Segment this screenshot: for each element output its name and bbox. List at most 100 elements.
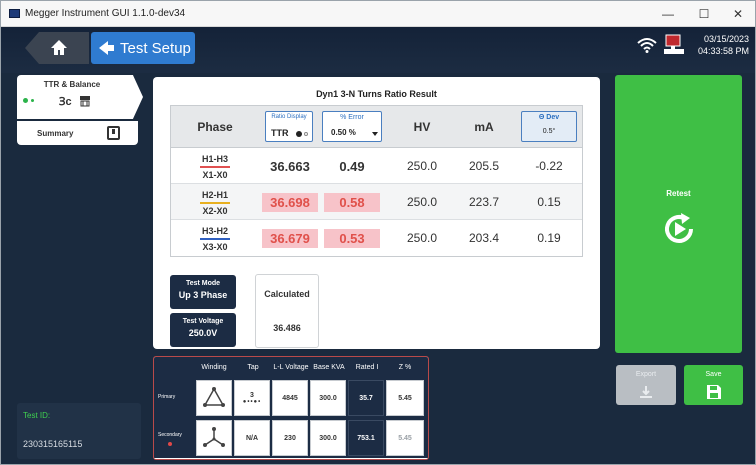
result-title: Dyn1 3-N Turns Ratio Result bbox=[316, 89, 437, 99]
secondary-z-cell: 5.45 bbox=[386, 420, 424, 456]
phase-color-line bbox=[200, 202, 230, 204]
primary-voltage-cell[interactable]: 4845 bbox=[272, 380, 308, 416]
close-button[interactable]: ✕ bbox=[721, 1, 755, 27]
phase-secondary: X1-X0 bbox=[202, 170, 228, 180]
wifi-icon bbox=[637, 38, 657, 53]
status-dot-small-icon bbox=[31, 99, 34, 102]
phase-cell: H1-H3 X1-X0 bbox=[171, 148, 259, 184]
ratio-display-selector[interactable]: Ratio Display TTR bbox=[265, 111, 313, 142]
table-row: H3-H2 X3-X0 36.679 0.53 250.0 203.4 0.19 bbox=[171, 220, 582, 256]
phase-primary: H3-H2 bbox=[201, 226, 228, 236]
export-button[interactable]: Export bbox=[616, 365, 676, 405]
ratio-display-label: Ratio Display bbox=[271, 114, 307, 120]
test-mode-button[interactable]: Test Mode Up 3 Phase bbox=[170, 275, 236, 309]
primary-kva-cell[interactable]: 300.0 bbox=[310, 380, 346, 416]
app-window: Megger Instrument GUI 1.1.0-dev34 — ☐ ✕ … bbox=[0, 0, 756, 465]
primary-z-cell[interactable]: 5.45 bbox=[386, 380, 424, 416]
secondary-kva-cell[interactable]: 300.0 bbox=[310, 420, 346, 456]
date-text: 03/15/2023 bbox=[703, 34, 749, 44]
app-header: Test Setup 03/15/2023 04:33:58 PM bbox=[1, 27, 755, 73]
secondary-tap-cell[interactable]: N/A bbox=[234, 420, 270, 456]
home-button[interactable] bbox=[25, 32, 89, 64]
retest-icon bbox=[665, 213, 693, 243]
secondary-indicator-icon bbox=[168, 442, 172, 446]
phase-primary: H2-H1 bbox=[201, 190, 228, 200]
table-header: Phase Ratio Display TTR % Error 0.50 % H… bbox=[171, 106, 582, 148]
status-dot-icon bbox=[23, 98, 28, 103]
test-voltage-label: Test Voltage bbox=[182, 318, 224, 325]
ttr-device-icon bbox=[80, 96, 90, 107]
delta-winding-icon bbox=[203, 387, 225, 407]
back-button-label: Test Setup bbox=[120, 39, 191, 57]
phase-deviation-label: Θ Dev bbox=[538, 114, 560, 121]
ma-value: 223.7 bbox=[468, 195, 500, 209]
wye-winding-icon bbox=[203, 427, 225, 447]
computer-status-icon bbox=[664, 34, 684, 54]
floppy-disk-icon bbox=[707, 385, 721, 399]
dev-value: -0.22 bbox=[535, 159, 563, 173]
tab-summary-label: Summary bbox=[37, 129, 74, 138]
col-hv: HV bbox=[413, 120, 431, 134]
left-panel: TTR & Balance Ɜc Summary Test ID: 230315… bbox=[1, 73, 151, 464]
tab-ttr-balance[interactable]: TTR & Balance Ɜc bbox=[17, 75, 143, 119]
retest-button[interactable]: Retest bbox=[615, 75, 742, 353]
error-threshold-dropdown[interactable]: % Error 0.50 % bbox=[322, 111, 382, 142]
spec-header-row: Winding Tap L-L Voltage Base KVA Rated I… bbox=[154, 357, 428, 378]
title-bar: Megger Instrument GUI 1.1.0-dev34 — ☐ ✕ bbox=[1, 1, 755, 27]
spec-row-secondary: Secondary N/A 230 300.0 753.1 5.45 bbox=[154, 418, 428, 458]
test-id-value: 230315165115 bbox=[23, 439, 83, 449]
primary-tap-value: 3 bbox=[250, 391, 254, 399]
error-value: 0.58 bbox=[339, 194, 365, 210]
error-value: 0.53 bbox=[339, 230, 365, 246]
tab-summary[interactable]: Summary bbox=[17, 121, 138, 145]
primary-rated-i-cell: 35.7 bbox=[348, 380, 384, 416]
transformer-symbol-icon: Ɜc bbox=[59, 96, 72, 108]
secondary-voltage-cell[interactable]: 230 bbox=[272, 420, 308, 456]
secondary-rated-i-cell: 753.1 bbox=[348, 420, 384, 456]
toggle-off-icon bbox=[304, 132, 308, 136]
primary-winding-cell[interactable] bbox=[196, 380, 232, 416]
ma-value: 203.4 bbox=[468, 231, 500, 245]
minimize-button[interactable]: — bbox=[651, 1, 685, 27]
hv-value: 250.0 bbox=[406, 231, 438, 245]
test-voltage-button[interactable]: Test Voltage 250.0V bbox=[170, 313, 236, 347]
phase-deviation-selector[interactable]: Θ Dev 0.5° bbox=[521, 111, 577, 142]
error-threshold-label: % Error bbox=[340, 114, 364, 121]
calculated-label: Calculated bbox=[264, 289, 310, 299]
secondary-winding-cell[interactable] bbox=[196, 420, 232, 456]
phase-secondary: X3-X0 bbox=[202, 242, 228, 252]
spec-col-kva: Base KVA bbox=[313, 364, 345, 371]
primary-tap-cell[interactable]: 3 ●••●• bbox=[234, 380, 270, 416]
ttr-value: 36.679 bbox=[270, 230, 310, 246]
ttr-value: 36.698 bbox=[270, 194, 310, 210]
tab-ttr-balance-label: TTR & Balance bbox=[43, 80, 101, 89]
phase-cell: H2-H1 X2-X0 bbox=[171, 184, 259, 220]
calculated-ratio-box: Calculated 36.486 bbox=[255, 274, 319, 348]
export-label: Export bbox=[635, 371, 657, 378]
time-text: 04:33:58 PM bbox=[697, 46, 749, 56]
summary-icon bbox=[107, 126, 120, 140]
ttr-value: 36.663 bbox=[270, 158, 310, 174]
transformer-spec-panel: Winding Tap L-L Voltage Base KVA Rated I… bbox=[153, 356, 429, 460]
phase-color-line bbox=[200, 238, 230, 240]
test-mode-label: Test Mode bbox=[185, 280, 221, 287]
chevron-down-icon bbox=[372, 132, 378, 136]
retest-label: Retest bbox=[666, 189, 691, 198]
maximize-button[interactable]: ☐ bbox=[687, 1, 721, 27]
back-button[interactable]: Test Setup bbox=[91, 32, 195, 64]
export-icon bbox=[640, 386, 652, 398]
spec-col-rated-i: Rated I bbox=[355, 364, 379, 371]
spec-row-primary: Primary 3 ●••●• 4845 300.0 35.7 5.45 bbox=[154, 378, 428, 418]
col-ma: mA bbox=[474, 120, 494, 134]
phase-deviation-value: 0.5° bbox=[542, 128, 556, 135]
dev-value: 0.19 bbox=[537, 231, 561, 245]
datetime: 03/15/2023 04:33:58 PM bbox=[689, 33, 749, 57]
save-label: Save bbox=[705, 371, 722, 378]
tap-position-dots-icon: ●••●• bbox=[242, 398, 262, 405]
spec-col-winding: Winding bbox=[201, 364, 227, 371]
calculated-value: 36.486 bbox=[273, 323, 301, 333]
spec-col-z: Z % bbox=[398, 364, 412, 371]
test-id-panel: Test ID: 230315165115 bbox=[17, 403, 141, 459]
save-button[interactable]: Save bbox=[684, 365, 743, 405]
results-table: Phase Ratio Display TTR % Error 0.50 % H… bbox=[170, 105, 583, 257]
